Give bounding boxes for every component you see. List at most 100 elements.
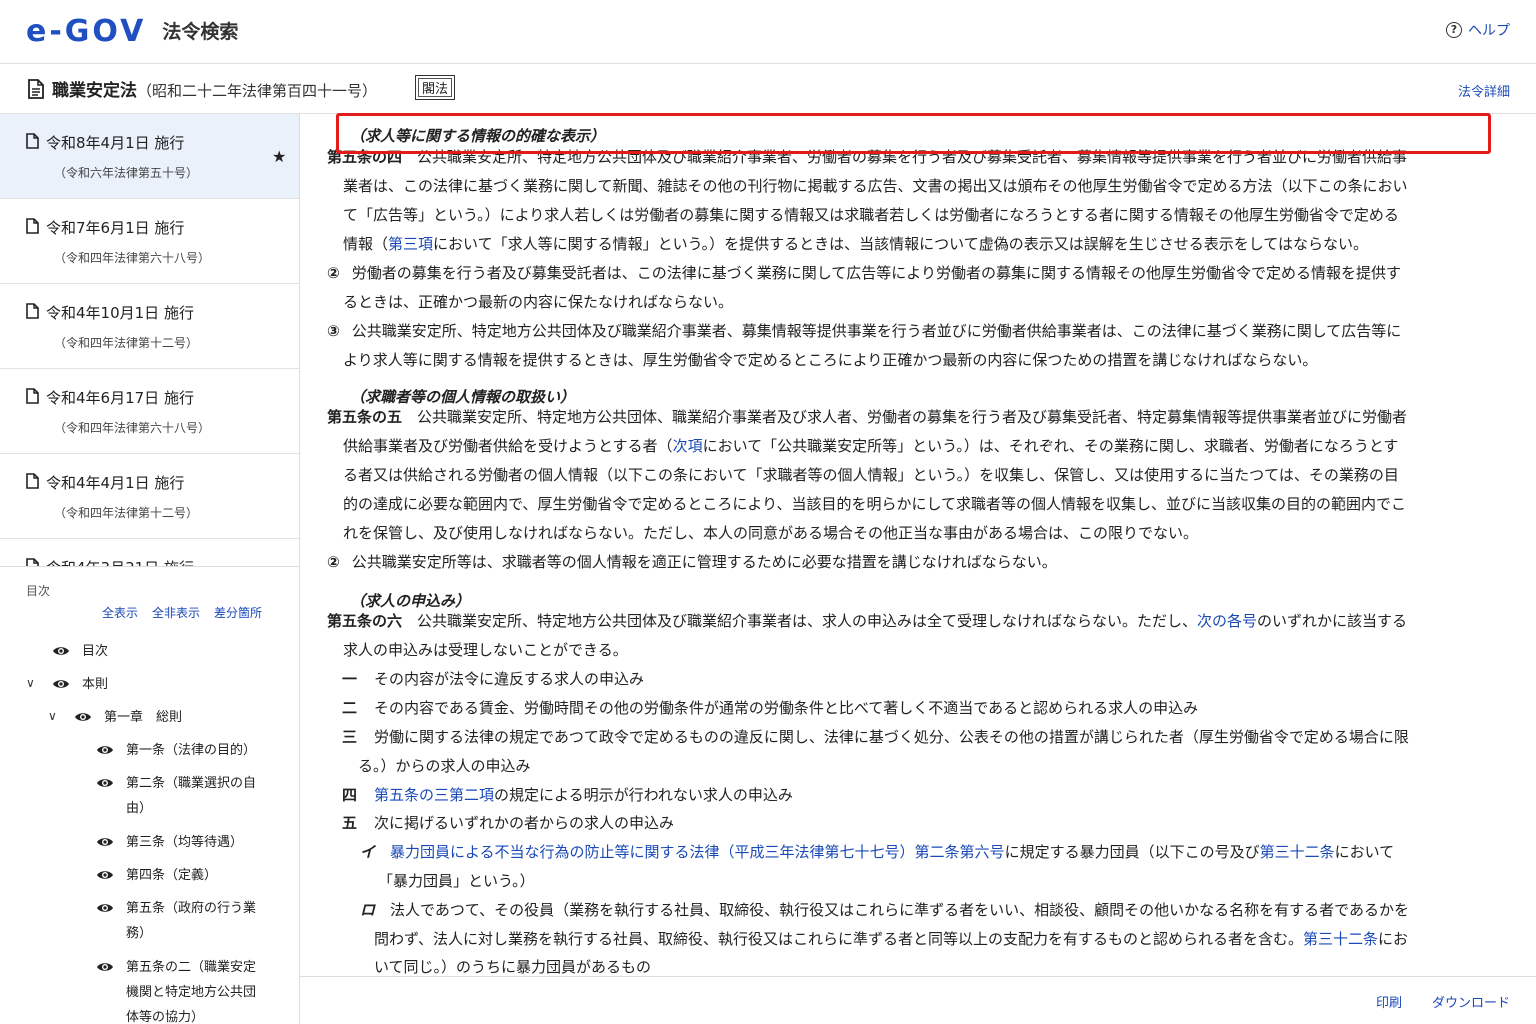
document-icon: [26, 303, 39, 319]
document-icon: [26, 473, 39, 489]
toc-item[interactable]: 第三条（均等待遇）: [96, 830, 243, 855]
eye-icon[interactable]: [52, 645, 70, 657]
toc-item-label: 本則: [82, 677, 109, 692]
article-text: のいずれかに該当する: [1257, 612, 1408, 630]
chevron-down-icon[interactable]: ∨: [26, 676, 35, 690]
eye-icon[interactable]: [52, 678, 70, 690]
law-type-badge: 閣法: [415, 75, 456, 100]
version-item[interactable]: 令和4年4月1日 施行 （令和四年法律第十二号）: [0, 454, 299, 539]
item-number: 二: [342, 699, 358, 717]
eye-icon[interactable]: [96, 836, 114, 848]
reference-link[interactable]: 暴力団員による不当な行為の防止等に関する法律（平成三年法律第七十七号）第二条第六…: [390, 843, 1005, 861]
reference-link[interactable]: 次の各号: [1197, 612, 1257, 630]
version-law: （令和四年法律第十二号）: [54, 506, 199, 520]
version-item[interactable]: 令和8年4月1日 施行 （令和六年法律第五十号） ★: [0, 114, 299, 199]
item-text: に規定する暴力団員（以下この号及び: [1004, 843, 1260, 861]
version-law: （令和六年法律第五十号）: [54, 166, 199, 180]
star-icon[interactable]: ★: [272, 147, 286, 166]
eye-icon[interactable]: [96, 744, 114, 756]
toc-item[interactable]: 本則: [52, 672, 108, 697]
toc-item-label: 第五条の二（職業安定: [126, 960, 257, 975]
reference-link[interactable]: 第三十二条: [1303, 930, 1378, 948]
version-date: 令和8年4月1日 施行: [46, 134, 185, 152]
list-item: 四第五条の三第二項の規定による明示が行われない求人の申込み: [342, 781, 793, 810]
reference-link[interactable]: 第三十二条: [1260, 843, 1335, 861]
eye-icon[interactable]: [96, 902, 114, 914]
document-icon: [28, 79, 44, 99]
diff-button[interactable]: 差分箇所: [214, 604, 262, 621]
help-label[interactable]: ヘルプ: [1468, 20, 1510, 40]
toc-item-label-cont: 機関と特定地方公共団: [126, 985, 257, 1000]
article-5-5: 第五条の五 公共職業安定所、特定地方公共団体、職業紹介事業者及び求人者、労働者の…: [327, 403, 1482, 577]
version-law: （令和四年法律第六十八号）: [54, 421, 211, 435]
list-item: 三労働に関する法律の規定であつて政令で定めるものの違反に関し、法律に基づく処分、…: [342, 723, 1409, 752]
version-date: 令和4年4月1日 施行: [46, 474, 185, 492]
law-title: 職業安定法（昭和二十二年法律第百四十一号）: [52, 76, 377, 101]
sub-item: ロ法人であつて、その役員（業務を執行する社員、取締役、執行役又はこれらに準ずる者…: [360, 896, 1409, 925]
item-number: 五: [342, 814, 358, 832]
law-content: （求人等に関する情報の的確な表示） 第五条の四 公共職業安定所、特定地方公共団体…: [300, 114, 1536, 976]
eye-icon[interactable]: [96, 777, 114, 789]
item-number: 四: [342, 786, 358, 804]
print-button[interactable]: 印刷: [1376, 992, 1402, 1011]
item-text: その内容が法令に違反する求人の申込み: [374, 670, 645, 688]
chevron-down-icon[interactable]: ∨: [48, 709, 57, 723]
item-text: 労働に関する法律の規定であつて政令で定めるものの違反に関し、法律に基づく処分、公…: [374, 728, 1409, 746]
item-text-cont: 「暴力団員」という。）: [378, 872, 535, 890]
toc-item-label: 第三条（均等待遇）: [126, 835, 244, 850]
document-icon: [26, 388, 39, 404]
toc-item[interactable]: 第五条（政府の行う業: [96, 896, 256, 921]
toc-item-label-cont: 務）: [126, 926, 153, 941]
eye-icon[interactable]: [74, 711, 92, 723]
sub-item-number: ロ: [360, 901, 376, 919]
law-detail-link[interactable]: 法令詳細: [1458, 81, 1510, 100]
toc-label: 目次: [26, 584, 51, 598]
reference-link[interactable]: 第三項: [388, 235, 433, 253]
item-text: 法人であつて、その役員（業務を執行する社員、取締役、執行役又はこれらに準ずる者を…: [390, 901, 1409, 919]
eye-icon[interactable]: [96, 869, 114, 881]
paragraph-text: 公共職業安定所等は、求職者等の個人情報を適正に管理するために必要な措置を講じなけ…: [351, 553, 1057, 571]
law-title-bar: 職業安定法（昭和二十二年法律第百四十一号） 閣法 法令詳細: [0, 64, 1536, 114]
toc-item[interactable]: 第二条（職業選択の自: [96, 771, 256, 796]
toc-item-label: 第二条（職業選択の自: [126, 776, 257, 791]
toc-item[interactable]: 第一章 総則: [74, 705, 182, 730]
footer-bar: 印刷 ダウンロード: [300, 976, 1536, 1024]
hide-all-button[interactable]: 全非表示: [152, 604, 200, 621]
download-button[interactable]: ダウンロード: [1432, 992, 1510, 1011]
item-text: その内容である賃金、労働時間その他の労働条件が通常の労働条件と比べて著しく不適当…: [374, 699, 1199, 717]
item-text: において: [1334, 843, 1395, 861]
footer-actions: 印刷 ダウンロード: [1376, 992, 1510, 1011]
reference-link[interactable]: 次項: [673, 437, 703, 455]
item-text: の規定による明示が行われない求人の申込み: [494, 786, 793, 804]
version-item[interactable]: 令和4年10月1日 施行 （令和四年法律第十二号）: [0, 284, 299, 369]
toc-item[interactable]: 第四条（定義）: [96, 863, 217, 888]
version-list[interactable]: 令和8年4月1日 施行 （令和六年法律第五十号） ★ 令和7年6月1日 施行 （…: [0, 114, 299, 567]
version-date: 令和4年3月31日 施行: [46, 557, 194, 566]
version-item[interactable]: 令和4年6月17日 施行 （令和四年法律第六十八号）: [0, 369, 299, 454]
paragraph-number: ②: [327, 553, 340, 571]
sub-item-number: イ: [360, 843, 376, 861]
version-law: （令和四年法律第六十八号）: [54, 251, 211, 265]
article-text: れを保管し、及び使用しなければならない。ただし、本人の同意がある場合その他正当な…: [343, 524, 1199, 542]
show-all-button[interactable]: 全表示: [102, 604, 138, 621]
brand-logo[interactable]: e-GOV: [26, 16, 146, 48]
toc-item[interactable]: 目次: [52, 639, 108, 664]
toc-item-label-cont: 体等の協力）: [126, 1010, 205, 1024]
article-number: 第五条の六: [327, 612, 403, 630]
egov-logo[interactable]: e-GOV 法令検索: [26, 16, 238, 48]
version-item[interactable]: 令和4年3月31日 施行: [0, 539, 299, 566]
article-text: 求人の申込みは受理しないことができる。: [343, 641, 628, 659]
help-link[interactable]: ? ヘルプ: [1446, 20, 1510, 40]
article-text: 業者は、この法律に基づく業務に関して新聞、雑誌その他の刊行物に掲載する広告、文書…: [343, 177, 1408, 195]
eye-icon[interactable]: [96, 961, 114, 973]
version-date: 令和4年10月1日 施行: [46, 304, 194, 322]
article-5-4: 第五条の四 公共職業安定所、特定地方公共団体及び職業紹介事業者、労働者の募集を行…: [327, 143, 1482, 375]
law-number: （昭和二十二年法律第百四十一号）: [137, 82, 378, 100]
version-item[interactable]: 令和7年6月1日 施行 （令和四年法律第六十八号）: [0, 199, 299, 284]
version-law: （令和四年法律第十二号）: [54, 336, 199, 350]
item-number: 三: [342, 728, 358, 746]
toc-item[interactable]: 第一条（法律の目的）: [96, 738, 256, 763]
paragraph-text: 労働者の募集を行う者及び募集受託者は、この法律に基づく業務に関して広告等により労…: [351, 264, 1401, 282]
toc-item[interactable]: 第五条の二（職業安定: [96, 955, 256, 980]
reference-link[interactable]: 第五条の三第二項: [374, 786, 494, 804]
